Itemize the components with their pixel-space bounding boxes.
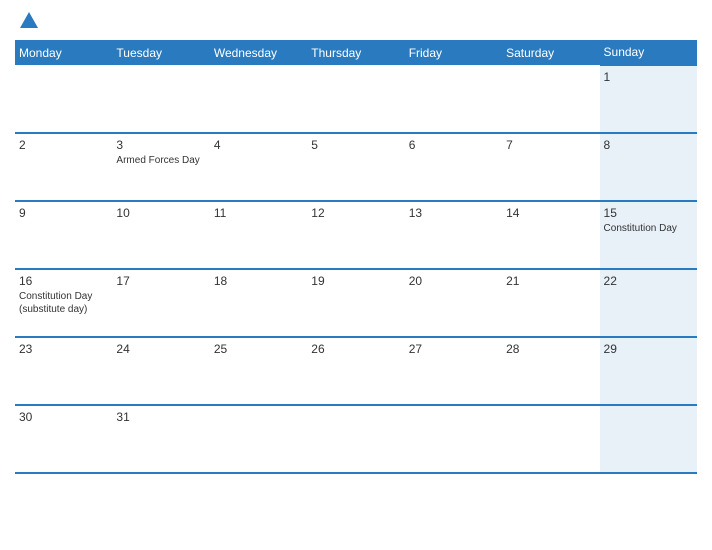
day-number: 10	[116, 206, 205, 220]
day-number: 1	[604, 70, 693, 84]
day-number: 4	[214, 138, 303, 152]
calendar-cell: 8	[600, 133, 697, 201]
calendar-week-3: 9 10 11 12 13 14 15 Constitution Day	[15, 201, 697, 269]
day-event: Constitution Day	[604, 222, 693, 235]
weekday-header-thursday: Thursday	[307, 40, 404, 65]
calendar-cell: 2	[15, 133, 112, 201]
weekday-header-wednesday: Wednesday	[210, 40, 307, 65]
calendar-cell: 5	[307, 133, 404, 201]
calendar-cell: 18	[210, 269, 307, 337]
calendar-week-4: 16 Constitution Day (substitute day) 17 18 1…	[15, 269, 697, 337]
calendar-cell: 12	[307, 201, 404, 269]
weekday-header-sunday: Sunday	[600, 40, 697, 65]
calendar-cell	[600, 405, 697, 473]
logo-icon	[18, 10, 40, 32]
calendar-cell: 17	[112, 269, 209, 337]
day-number: 31	[116, 410, 205, 424]
day-number: 27	[409, 342, 498, 356]
day-number: 22	[604, 274, 693, 288]
day-number: 5	[311, 138, 400, 152]
day-event: Armed Forces Day	[116, 154, 205, 167]
calendar-cell: 1	[600, 65, 697, 133]
calendar-cell: 28	[502, 337, 599, 405]
calendar-cell: 4	[210, 133, 307, 201]
calendar-cell	[210, 65, 307, 133]
day-number: 14	[506, 206, 595, 220]
day-number: 6	[409, 138, 498, 152]
day-number: 3	[116, 138, 205, 152]
day-number: 28	[506, 342, 595, 356]
day-number: 29	[604, 342, 693, 356]
calendar-cell	[405, 65, 502, 133]
day-number: 2	[19, 138, 108, 152]
calendar-cell: 27	[405, 337, 502, 405]
day-number: 19	[311, 274, 400, 288]
day-number: 16	[19, 274, 108, 288]
calendar-week-6: 30 31	[15, 405, 697, 473]
logo	[15, 10, 40, 32]
weekday-header-saturday: Saturday	[502, 40, 599, 65]
calendar-cell: 26	[307, 337, 404, 405]
day-number: 23	[19, 342, 108, 356]
calendar-cell	[502, 65, 599, 133]
weekday-header-tuesday: Tuesday	[112, 40, 209, 65]
calendar-cell	[307, 65, 404, 133]
calendar-cell	[210, 405, 307, 473]
calendar-cell	[15, 65, 112, 133]
calendar-cell: 21	[502, 269, 599, 337]
calendar-cell: 22	[600, 269, 697, 337]
calendar-cell: 19	[307, 269, 404, 337]
calendar-cell: 14	[502, 201, 599, 269]
day-number: 7	[506, 138, 595, 152]
calendar-cell: 15 Constitution Day	[600, 201, 697, 269]
calendar-cell	[502, 405, 599, 473]
calendar-table: MondayTuesdayWednesdayThursdayFridaySatu…	[15, 40, 697, 474]
calendar-cell: 3 Armed Forces Day	[112, 133, 209, 201]
day-number: 24	[116, 342, 205, 356]
calendar-cell: 20	[405, 269, 502, 337]
day-number: 13	[409, 206, 498, 220]
calendar-cell: 16 Constitution Day (substitute day)	[15, 269, 112, 337]
day-number: 30	[19, 410, 108, 424]
calendar-cell: 24	[112, 337, 209, 405]
calendar-cell	[307, 405, 404, 473]
calendar-page: MondayTuesdayWednesdayThursdayFridaySatu…	[0, 0, 712, 550]
day-event: Constitution Day (substitute day)	[19, 290, 108, 316]
calendar-cell: 7	[502, 133, 599, 201]
weekday-header-row: MondayTuesdayWednesdayThursdayFridaySatu…	[15, 40, 697, 65]
calendar-cell: 30	[15, 405, 112, 473]
day-number: 18	[214, 274, 303, 288]
calendar-cell: 6	[405, 133, 502, 201]
weekday-header-friday: Friday	[405, 40, 502, 65]
calendar-cell: 23	[15, 337, 112, 405]
calendar-cell	[112, 65, 209, 133]
calendar-cell: 29	[600, 337, 697, 405]
day-number: 11	[214, 206, 303, 220]
calendar-cell: 9	[15, 201, 112, 269]
day-number: 20	[409, 274, 498, 288]
calendar-cell: 25	[210, 337, 307, 405]
day-number: 8	[604, 138, 693, 152]
calendar-cell: 13	[405, 201, 502, 269]
day-number: 21	[506, 274, 595, 288]
day-number: 25	[214, 342, 303, 356]
calendar-cell: 10	[112, 201, 209, 269]
calendar-week-2: 23 Armed Forces Day 45678	[15, 133, 697, 201]
weekday-header-monday: Monday	[15, 40, 112, 65]
day-number: 9	[19, 206, 108, 220]
calendar-week-5: 23 24 25 26 27 28 29	[15, 337, 697, 405]
page-header	[15, 10, 697, 32]
day-number: 17	[116, 274, 205, 288]
day-number: 26	[311, 342, 400, 356]
calendar-cell	[405, 405, 502, 473]
calendar-week-1: 1	[15, 65, 697, 133]
calendar-cell: 31	[112, 405, 209, 473]
day-number: 15	[604, 206, 693, 220]
day-number: 12	[311, 206, 400, 220]
calendar-cell: 11	[210, 201, 307, 269]
